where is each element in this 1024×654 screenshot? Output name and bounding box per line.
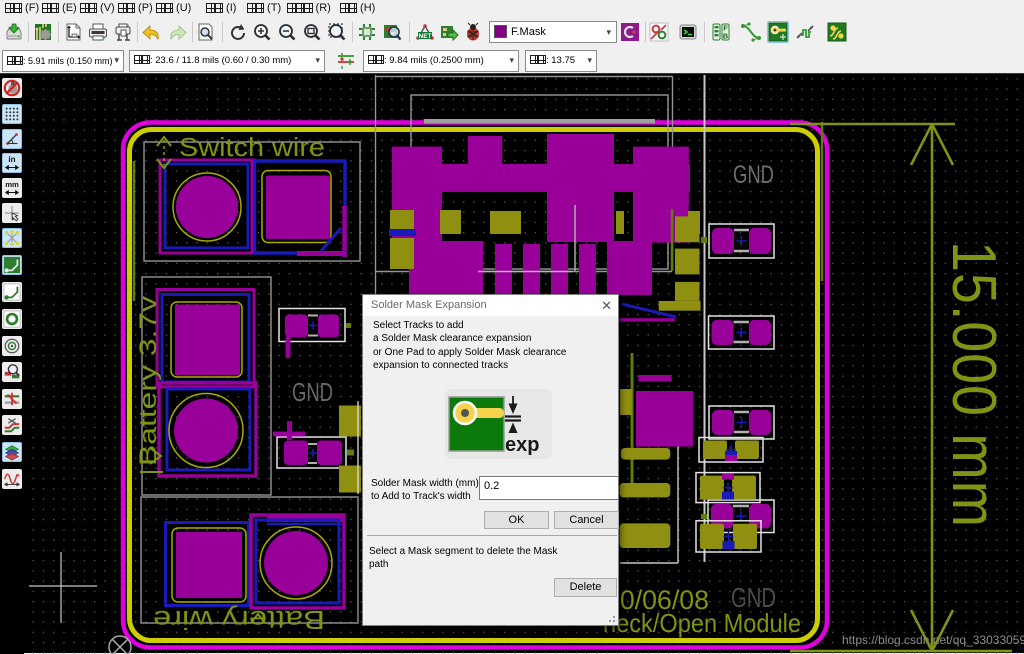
svg-text:15.000 mm: 15.000 mm bbox=[939, 241, 1008, 528]
svg-text:NET: NET bbox=[419, 33, 432, 40]
svg-text:GND: GND bbox=[292, 377, 333, 407]
svg-text:Battery wire: Battery wire bbox=[153, 605, 325, 635]
svg-text:mm: mm bbox=[5, 180, 19, 189]
svg-text:B: B bbox=[723, 32, 729, 41]
svg-text:Battery 3.7v: Battery 3.7v bbox=[135, 296, 162, 466]
svg-text:heck/Open Module: heck/Open Module bbox=[603, 608, 801, 638]
svg-text:Switch wire: Switch wire bbox=[179, 132, 325, 162]
svg-text:exp: exp bbox=[505, 434, 539, 456]
svg-text:in: in bbox=[8, 155, 15, 164]
svg-text:GND: GND bbox=[733, 161, 774, 189]
